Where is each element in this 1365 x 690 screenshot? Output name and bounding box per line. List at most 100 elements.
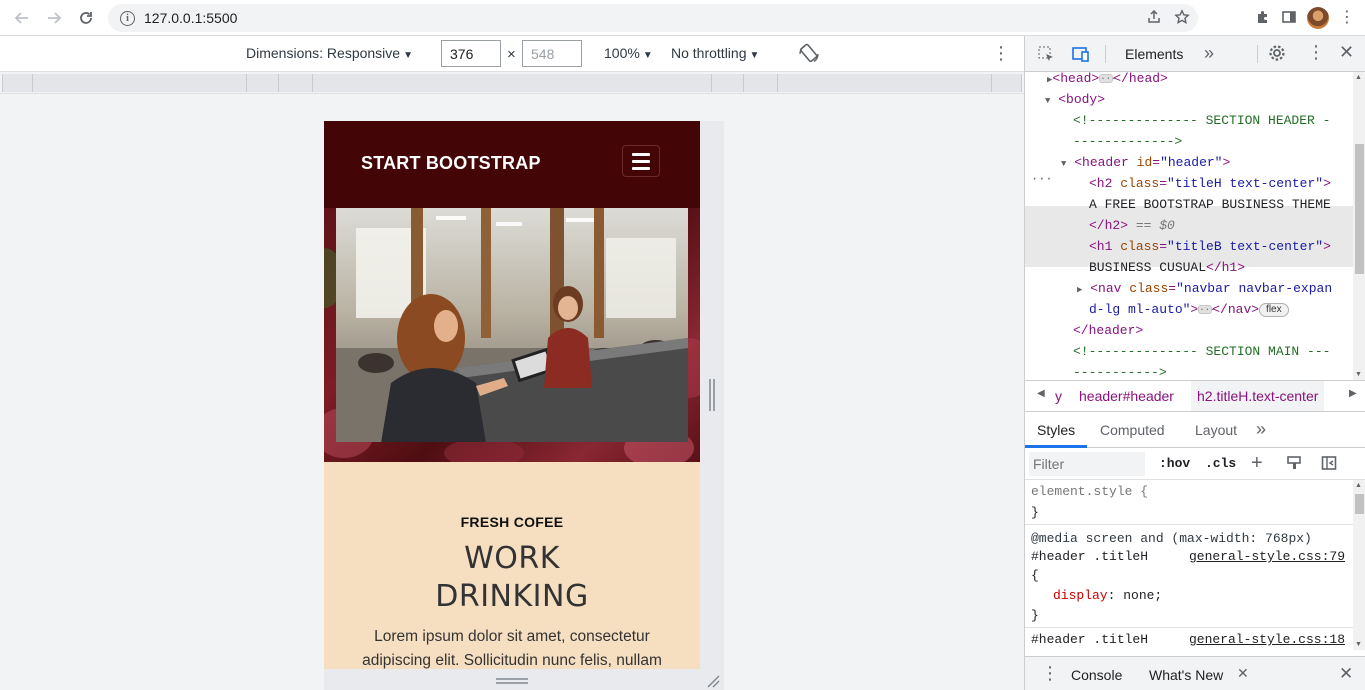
hover-state-toggle[interactable]: :hov (1159, 456, 1190, 471)
site-brand[interactable]: START BOOTSTRAP (361, 153, 541, 174)
dom-node-h2-close[interactable]: </h2> == $0 (1089, 215, 1175, 236)
dom-node-h2[interactable]: <h2 class="titleH text-center"> (1089, 173, 1331, 194)
tab-computed[interactable]: Computed (1100, 422, 1165, 438)
dom-node-h1[interactable]: <h1 class="titleB text-center"> (1089, 236, 1331, 257)
breadcrumb-item[interactable]: y (1055, 388, 1062, 404)
breadcrumb-item-selected[interactable]: h2.titleH.text-center (1191, 381, 1325, 411)
dom-comment[interactable]: <!-------------- SECTION HEADER - (1073, 110, 1330, 131)
dom-comment[interactable]: <!-------------- SECTION MAIN --- (1073, 341, 1330, 362)
zoom-dropdown[interactable]: 100% ▼ (604, 45, 653, 61)
dimensions-dropdown[interactable]: Dimensions: Responsive ▼ (246, 45, 413, 61)
css-property-name: display (1053, 588, 1108, 603)
flex-badge[interactable]: flex (1259, 302, 1289, 317)
dom-node-nav-cont[interactable]: d-lg ml-auto">···</nav> flex (1089, 299, 1289, 320)
hero-coffee-shop-photo (336, 208, 688, 442)
comment-text: <!-------------- SECTION MAIN --- (1073, 344, 1331, 359)
device-screen: START BOOTSTRAP FRESH COFEE WORK DRINKIN… (324, 121, 700, 669)
site-info-icon[interactable]: i (120, 10, 135, 26)
dom-text-node[interactable]: BUSINESS CUSUAL</h1> (1089, 257, 1245, 278)
profile-avatar[interactable] (1307, 7, 1329, 29)
node-text: BUSINESS CUSUAL (1089, 260, 1207, 275)
css-declaration[interactable]: display: none; (1053, 586, 1162, 606)
dom-node-body[interactable]: ▼ <body> (1045, 89, 1105, 112)
comment-text: -----------> (1073, 365, 1167, 380)
width-input[interactable] (441, 40, 501, 67)
devtools-panel: Elements » ⋮ ✕ ▶<head>···</head> ▼ <body… (1024, 36, 1365, 690)
element-style-rule[interactable]: element.style { (1031, 482, 1148, 502)
tab-elements[interactable]: Elements (1125, 46, 1183, 62)
breadcrumb-scroll-left-icon[interactable]: ◀ (1037, 388, 1045, 399)
dom-node-header[interactable]: ▼ <header id="header"> (1061, 152, 1230, 175)
tag-text: </head> (1113, 72, 1168, 86)
tag-text: </h1> (1206, 260, 1246, 275)
rule-selector[interactable]: #header .titleH (1031, 630, 1148, 650)
more-tabs-chevron-icon[interactable]: » (1204, 43, 1214, 64)
attr-value: "header" (1160, 155, 1223, 170)
dimension-separator: × (507, 46, 516, 63)
collapsed-ellipsis-icon[interactable]: ··· (1099, 74, 1116, 84)
hamburger-menu-icon[interactable] (622, 145, 660, 177)
dom-comment[interactable]: -------------> (1073, 131, 1182, 152)
dom-text-node[interactable]: A FREE BOOTSTRAP BUSINESS THEME (1089, 194, 1331, 215)
dom-comment[interactable]: -----------> (1073, 362, 1167, 380)
tag-text: <head> (1052, 72, 1100, 86)
rule-source-link[interactable]: general-style.css:18 (1189, 630, 1345, 650)
intro-card: FRESH COFEE WORK DRINKING Lorem ipsum do… (324, 462, 700, 669)
new-rule-plus-icon[interactable]: + (1251, 452, 1263, 475)
drawer-menu-icon[interactable]: ⋮ (1041, 664, 1059, 682)
dom-tree-scrollbar[interactable]: ▲ ▼ (1353, 72, 1365, 380)
drawer-tab-whats-new[interactable]: What's New (1149, 667, 1223, 683)
throttling-dropdown[interactable]: No throttling ▼ (671, 45, 759, 61)
class-toggle[interactable]: .cls (1205, 456, 1236, 471)
inspect-element-icon[interactable] (1037, 45, 1055, 68)
settings-gear-icon[interactable] (1268, 44, 1286, 67)
browser-menu-icon[interactable]: ⋮ (1339, 10, 1355, 26)
height-input[interactable] (522, 40, 582, 67)
extensions-puzzle-icon[interactable] (1255, 9, 1271, 28)
device-resize-handle-bottom[interactable] (324, 669, 724, 690)
reload-icon[interactable] (72, 4, 100, 32)
bookmark-star-icon[interactable] (1174, 8, 1190, 28)
rule-source-link[interactable]: general-style.css:79 (1189, 547, 1345, 567)
tab-styles[interactable]: Styles (1037, 422, 1075, 438)
url-text: 127.0.0.1:5500 (144, 10, 238, 26)
paint-brush-icon[interactable] (1286, 455, 1302, 474)
styles-filter-input[interactable] (1029, 452, 1145, 476)
dom-node-header-close[interactable]: </header> (1073, 320, 1143, 341)
device-resize-handle-right[interactable] (700, 121, 724, 669)
tab-layout[interactable]: Layout (1195, 422, 1237, 438)
back-arrow-icon[interactable] (8, 4, 36, 32)
close-tab-icon[interactable]: ✕ (1237, 665, 1249, 682)
comment-text: -------------> (1073, 134, 1183, 149)
attr-value: "navbar navbar-expan (1176, 281, 1333, 296)
attr-name: class (1120, 176, 1160, 191)
close-drawer-icon[interactable]: ✕ (1339, 664, 1353, 684)
devtools-tabbar: Elements » ⋮ ✕ (1025, 36, 1365, 72)
media-query[interactable]: @media screen and (max-width: 768px) (1031, 529, 1312, 549)
forward-arrow-icon[interactable] (40, 4, 68, 32)
node-actions-ellipsis-icon[interactable]: ··· (1031, 169, 1053, 190)
dimensions-label: Dimensions: Responsive (246, 45, 401, 61)
breadcrumb-item[interactable]: header#header (1079, 388, 1174, 404)
drawer-tab-console[interactable]: Console (1071, 667, 1122, 683)
device-toolbar-more-icon[interactable]: ⋮ (992, 44, 1010, 62)
media-query-bar[interactable] (312, 74, 712, 92)
dom-node-nav[interactable]: ▶ <nav class="navbar navbar-expan (1077, 278, 1332, 301)
collapsed-ellipsis-icon[interactable]: ··· (1198, 305, 1215, 315)
breadcrumb-scroll-right-icon[interactable]: ▶ (1349, 388, 1357, 399)
toggle-sidebar-icon[interactable] (1321, 455, 1337, 474)
tag-text: > (1323, 176, 1331, 191)
close-devtools-icon[interactable]: ✕ (1339, 42, 1354, 63)
rotate-icon[interactable] (797, 42, 821, 66)
resize-corner-icon[interactable] (706, 674, 720, 688)
rule-open-brace: { (1031, 648, 1039, 650)
tag-text: <header (1074, 155, 1129, 170)
side-panel-icon[interactable] (1281, 9, 1297, 28)
more-subtabs-chevron-icon[interactable]: » (1256, 419, 1266, 440)
rule-selector[interactable]: #header .titleH (1031, 547, 1148, 567)
styles-scrollbar[interactable]: ▲ ▼ (1353, 480, 1365, 650)
devtools-more-icon[interactable]: ⋮ (1307, 43, 1325, 61)
share-icon[interactable] (1146, 9, 1162, 28)
device-toolbar-toggle-icon[interactable] (1071, 45, 1091, 68)
address-bar[interactable]: i 127.0.0.1:5500 (108, 4, 1198, 32)
